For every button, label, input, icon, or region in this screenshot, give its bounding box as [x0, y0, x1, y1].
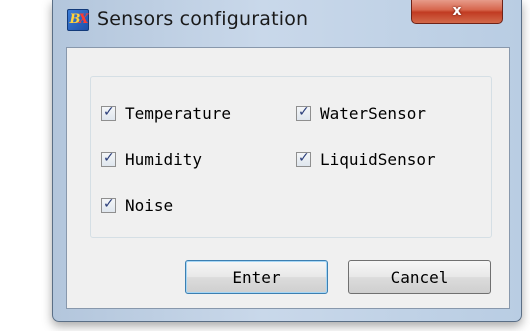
- checkbox-humidity[interactable]: ✓ Humidity: [101, 148, 202, 170]
- checkbox-label: LiquidSensor: [320, 149, 436, 169]
- title-bar[interactable]: BX Sensors configuration x: [53, 0, 521, 42]
- check-icon: ✓: [298, 149, 310, 166]
- checkbox-box[interactable]: ✓: [101, 149, 116, 167]
- dialog-client-area: ✓ Temperature ✓ WaterSensor ✓ Humidity ✓…: [66, 47, 510, 309]
- check-icon: ✓: [103, 195, 115, 212]
- enter-button[interactable]: Enter: [185, 260, 328, 294]
- window-title: Sensors configuration: [97, 8, 309, 30]
- sensors-group: ✓ Temperature ✓ WaterSensor ✓ Humidity ✓…: [90, 76, 492, 238]
- check-icon: ✓: [298, 103, 310, 120]
- checkbox-noise[interactable]: ✓ Noise: [101, 194, 173, 216]
- checkbox-box[interactable]: ✓: [101, 103, 116, 121]
- checkbox-label: Humidity: [125, 149, 203, 169]
- app-logo-icon: BX: [67, 9, 89, 31]
- sensors-config-window: BX Sensors configuration x ✓ Temperature…: [52, 0, 522, 322]
- checkbox-temperature[interactable]: ✓ Temperature: [101, 102, 231, 124]
- cancel-button[interactable]: Cancel: [348, 260, 491, 294]
- checkbox-box[interactable]: ✓: [101, 195, 116, 213]
- checkbox-label: Temperature: [125, 103, 231, 123]
- close-icon: x: [452, 3, 462, 19]
- checkbox-watersensor[interactable]: ✓ WaterSensor: [296, 102, 426, 124]
- check-icon: ✓: [103, 149, 115, 166]
- checkbox-label: WaterSensor: [320, 103, 426, 123]
- checkbox-liquidsensor[interactable]: ✓ LiquidSensor: [296, 148, 436, 170]
- checkbox-box[interactable]: ✓: [296, 149, 311, 167]
- close-button[interactable]: x: [411, 0, 503, 24]
- checkbox-label: Noise: [125, 195, 174, 215]
- checkbox-box[interactable]: ✓: [296, 103, 311, 121]
- check-icon: ✓: [103, 103, 115, 120]
